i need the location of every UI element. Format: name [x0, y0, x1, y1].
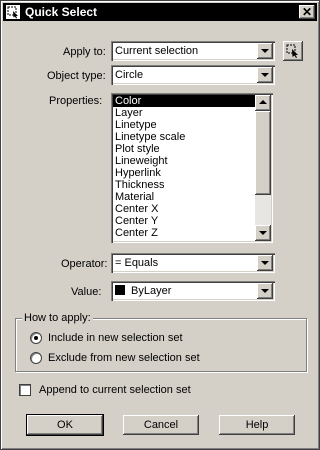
- list-item[interactable]: Layer: [113, 107, 255, 119]
- object-type-value: Circle: [115, 69, 144, 81]
- list-item[interactable]: Hyperlink: [113, 167, 255, 179]
- operator-value: = Equals: [115, 257, 159, 269]
- include-label[interactable]: Include in new selection set: [48, 331, 183, 345]
- list-item[interactable]: Thickness: [113, 179, 255, 191]
- title-bar[interactable]: Quick Select ✕: [3, 3, 317, 21]
- chevron-down-icon: [261, 261, 269, 265]
- list-item[interactable]: Plot style: [113, 143, 255, 155]
- operator-dropdown[interactable]: = Equals: [111, 253, 275, 273]
- properties-scrollbar[interactable]: [255, 95, 271, 241]
- list-item[interactable]: Center Y: [113, 215, 255, 227]
- chevron-down-icon: [259, 231, 267, 235]
- select-objects-icon: [286, 44, 298, 58]
- window-title: Quick Select: [25, 5, 98, 19]
- list-item[interactable]: Linetype: [113, 119, 255, 131]
- operator-dropdown-button[interactable]: [257, 255, 273, 271]
- value-dropdown[interactable]: ByLayer: [111, 281, 275, 301]
- list-item[interactable]: Material: [113, 191, 255, 203]
- chevron-down-icon: [261, 73, 269, 77]
- object-type-dropdown-button[interactable]: [257, 67, 273, 83]
- scroll-up-button[interactable]: [255, 95, 271, 111]
- list-item[interactable]: Linetype scale: [113, 131, 255, 143]
- exclude-label[interactable]: Exclude from new selection set: [48, 351, 200, 365]
- chevron-up-icon: [259, 100, 267, 104]
- list-item[interactable]: Center Z: [113, 227, 255, 239]
- cancel-button[interactable]: Cancel: [123, 415, 199, 435]
- ok-button[interactable]: OK: [26, 414, 104, 436]
- help-button[interactable]: Help: [219, 415, 295, 435]
- scroll-thumb[interactable]: [255, 111, 271, 195]
- object-type-label: Object type:: [47, 70, 106, 82]
- value-dropdown-button[interactable]: [257, 283, 273, 299]
- quick-select-dialog: Quick Select ✕ Apply to: Current selecti…: [0, 0, 320, 450]
- chevron-down-icon: [261, 289, 269, 293]
- append-label[interactable]: Append to current selection set: [39, 383, 191, 397]
- apply-to-label: Apply to:: [63, 46, 106, 58]
- color-swatch: [115, 285, 125, 295]
- select-objects-button[interactable]: [283, 41, 303, 61]
- how-to-apply-title: How to apply:: [22, 311, 93, 325]
- radio-selected-dot: [34, 336, 38, 340]
- object-type-dropdown[interactable]: Circle: [111, 65, 275, 85]
- append-checkbox[interactable]: [19, 384, 31, 396]
- close-icon: ✕: [301, 5, 313, 19]
- list-item[interactable]: Center X: [113, 203, 255, 215]
- list-item[interactable]: Color: [113, 95, 255, 107]
- apply-to-value: Current selection: [115, 45, 199, 57]
- close-button[interactable]: ✕: [299, 5, 315, 19]
- scroll-down-button[interactable]: [255, 225, 271, 241]
- include-radio[interactable]: [30, 332, 42, 344]
- operator-label: Operator:: [61, 258, 108, 270]
- how-to-apply-group: How to apply: Include in new selection s…: [15, 311, 307, 372]
- properties-label: Properties:: [49, 95, 103, 107]
- apply-to-dropdown[interactable]: Current selection: [111, 41, 275, 61]
- apply-to-dropdown-button[interactable]: [257, 43, 273, 59]
- list-item[interactable]: Lineweight: [113, 155, 255, 167]
- properties-listbox[interactable]: Color Layer Linetype Linetype scale Plot…: [111, 93, 273, 243]
- quick-select-icon: [6, 5, 20, 19]
- chevron-down-icon: [261, 49, 269, 53]
- value-value: ByLayer: [131, 285, 172, 297]
- exclude-radio[interactable]: [30, 352, 42, 364]
- properties-items: Color Layer Linetype Linetype scale Plot…: [113, 95, 255, 239]
- value-label: Value:: [71, 286, 102, 298]
